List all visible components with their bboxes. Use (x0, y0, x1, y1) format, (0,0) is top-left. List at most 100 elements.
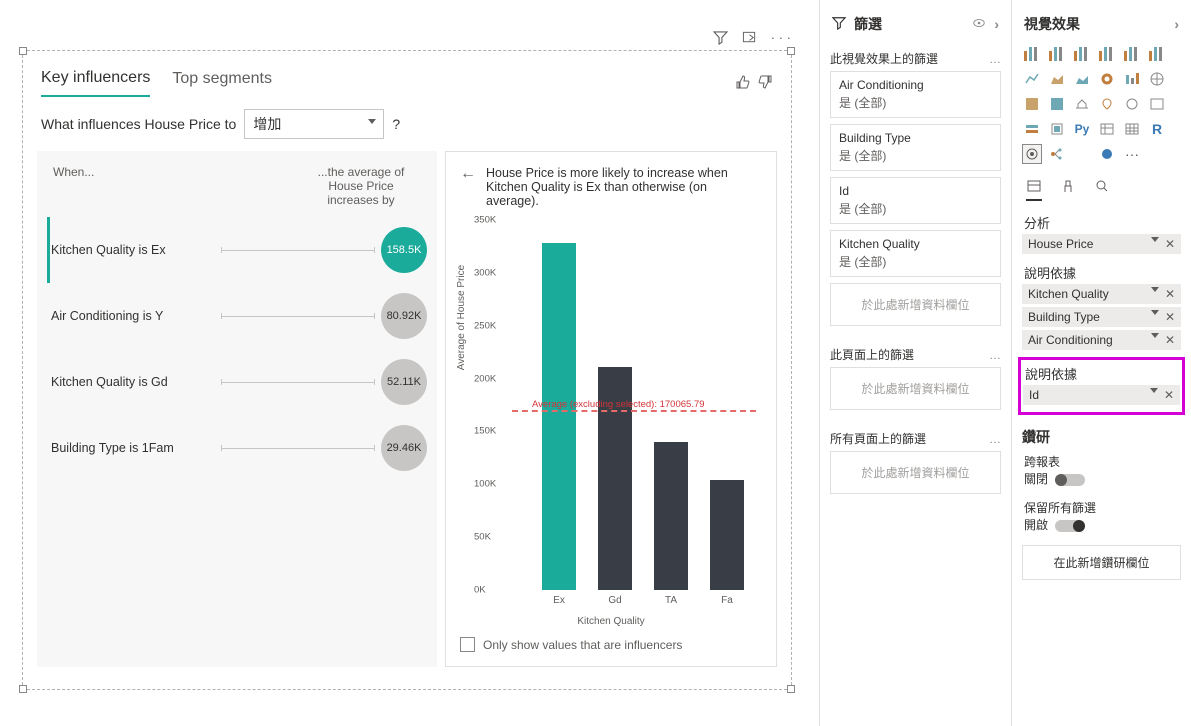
viz-100-stacked-icon[interactable] (1122, 44, 1142, 64)
chevron-down-icon[interactable] (1151, 237, 1159, 242)
viz-card-icon[interactable] (1022, 119, 1042, 139)
add-filter-dropzone[interactable]: 於此處新增資料欄位 (830, 367, 1001, 410)
viz-clustered-bar-icon[interactable] (1047, 44, 1067, 64)
viz-ribbon-icon[interactable] (1097, 69, 1117, 89)
add-filter-dropzone[interactable]: 於此處新增資料欄位 (830, 283, 1001, 326)
viz-pie-icon[interactable] (1022, 94, 1042, 114)
viz-more-icon[interactable]: ··· (1122, 144, 1142, 164)
influencer-row[interactable]: Kitchen Quality is Gd 52.11K (47, 349, 427, 415)
viz-treemap-icon[interactable] (1072, 94, 1092, 114)
influencer-row[interactable]: Kitchen Quality is Ex 158.5K (47, 217, 427, 283)
influencer-axis (221, 382, 375, 383)
y-tick: 150K (474, 426, 496, 437)
viz-100-column-icon[interactable] (1147, 44, 1167, 64)
viz-donut-icon[interactable] (1047, 94, 1067, 114)
bar[interactable] (542, 243, 576, 590)
format-tab-icon[interactable] (1060, 178, 1076, 201)
viz-matrix-icon[interactable] (1122, 119, 1142, 139)
resize-handle[interactable] (19, 685, 27, 693)
remove-field-icon[interactable]: ✕ (1165, 333, 1175, 347)
viz-key-influencers-icon[interactable] (1022, 144, 1042, 164)
remove-field-icon[interactable]: ✕ (1165, 237, 1175, 251)
filter-card[interactable]: Air Conditioning 是 (全部) (830, 71, 1001, 118)
keep-filters-toggle[interactable] (1055, 520, 1085, 532)
thumbs-up-icon[interactable] (735, 74, 751, 93)
resize-handle[interactable] (787, 685, 795, 693)
key-influencers-visual[interactable]: Key influencers Top segments What influe… (22, 50, 792, 690)
eye-icon[interactable] (972, 16, 986, 33)
viz-clustered-column-icon[interactable] (1097, 44, 1117, 64)
field-chip[interactable]: Building Type ✕ (1022, 307, 1181, 327)
fields-tab-icon[interactable] (1026, 178, 1042, 201)
filter-card[interactable]: Kitchen Quality 是 (全部) (830, 230, 1001, 277)
viz-stacked-bar-icon[interactable] (1022, 44, 1042, 64)
tab-top-segments[interactable]: Top segments (172, 70, 272, 96)
only-influencers-checkbox[interactable] (460, 637, 475, 652)
more-icon[interactable]: … (989, 348, 1001, 362)
field-chip[interactable]: Kitchen Quality ✕ (1022, 284, 1181, 304)
analytics-tab-icon[interactable] (1094, 178, 1110, 201)
filter-card[interactable]: Id 是 (全部) (830, 177, 1001, 224)
viz-qna-icon[interactable] (1072, 144, 1092, 164)
filter-field-name: Air Conditioning (839, 78, 992, 92)
filter-field-sub: 是 (全部) (839, 200, 992, 217)
field-name: Kitchen Quality (1028, 287, 1109, 301)
influencer-row[interactable]: Air Conditioning is Y 80.92K (47, 283, 427, 349)
chevron-down-icon[interactable] (1150, 388, 1158, 393)
more-icon[interactable]: … (989, 52, 1001, 66)
viz-line-icon[interactable] (1022, 69, 1042, 89)
viz-filled-map-icon[interactable] (1122, 94, 1142, 114)
filters-title: 篩選 (854, 14, 882, 34)
field-chip[interactable]: Air Conditioning ✕ (1022, 330, 1181, 350)
viz-multi-card-icon[interactable] (1047, 119, 1067, 139)
back-arrow-icon[interactable]: ← (460, 166, 476, 208)
more-icon[interactable]: … (989, 432, 1001, 446)
report-canvas: · · · Key influencers Top segments What … (0, 0, 819, 726)
viz-scatter-icon[interactable] (1147, 69, 1167, 89)
chevron-down-icon[interactable] (1151, 310, 1159, 315)
influencer-row[interactable]: Building Type is 1Fam 29.46K (47, 415, 427, 481)
influencer-bubble: 80.92K (381, 293, 427, 339)
thumbs-down-icon[interactable] (757, 74, 773, 93)
add-filter-dropzone[interactable]: 於此處新增資料欄位 (830, 451, 1001, 494)
viz-gauge-icon[interactable] (1147, 94, 1167, 114)
bar[interactable] (654, 442, 688, 590)
viz-stacked-area-icon[interactable] (1072, 69, 1092, 89)
viz-table-icon[interactable] (1097, 119, 1117, 139)
viz-map-icon[interactable] (1097, 94, 1117, 114)
explain-by-well-label: 說明依據 (1024, 263, 1179, 282)
focus-mode-icon[interactable] (742, 30, 757, 48)
chevron-down-icon[interactable] (1151, 287, 1159, 292)
viz-arcgis-icon[interactable] (1097, 144, 1117, 164)
more-options-icon[interactable]: · · · (771, 30, 791, 48)
cross-report-toggle[interactable] (1055, 474, 1085, 486)
only-influencers-label: Only show values that are influencers (483, 638, 682, 652)
influencer-label: Building Type is 1Fam (51, 441, 221, 455)
tab-key-influencers[interactable]: Key influencers (41, 69, 150, 97)
viz-stacked-column-icon[interactable] (1072, 44, 1092, 64)
help-icon[interactable]: ? (392, 116, 400, 132)
viz-waterfall-icon[interactable] (1122, 69, 1142, 89)
viz-r-icon[interactable]: R (1147, 119, 1167, 139)
direction-dropdown[interactable]: 增加 (244, 109, 384, 139)
viz-type-gallery: Py R ··· (1022, 44, 1181, 172)
x-axis-label: Kitchen Quality (460, 616, 762, 627)
chevron-right-icon[interactable]: › (994, 16, 999, 33)
remove-field-icon[interactable]: ✕ (1165, 310, 1175, 324)
chevron-right-icon[interactable]: › (1174, 16, 1179, 32)
filter-icon[interactable] (713, 30, 728, 48)
viz-decomposition-icon[interactable] (1047, 144, 1067, 164)
viz-area-icon[interactable] (1047, 69, 1067, 89)
chevron-down-icon[interactable] (1151, 333, 1159, 338)
resize-handle[interactable] (787, 47, 795, 55)
resize-handle[interactable] (19, 47, 27, 55)
bar[interactable] (710, 480, 744, 590)
add-drillthrough-dropzone[interactable]: 在此新增鑽研欄位 (1022, 545, 1181, 580)
filter-card[interactable]: Building Type 是 (全部) (830, 124, 1001, 171)
y-tick: 50K (474, 532, 491, 543)
remove-field-icon[interactable]: ✕ (1165, 287, 1175, 301)
field-chip[interactable]: House Price ✕ (1022, 234, 1181, 254)
remove-field-icon[interactable]: ✕ (1164, 388, 1174, 402)
field-chip[interactable]: Id ✕ (1023, 385, 1180, 405)
viz-kpi-icon[interactable]: Py (1072, 119, 1092, 139)
